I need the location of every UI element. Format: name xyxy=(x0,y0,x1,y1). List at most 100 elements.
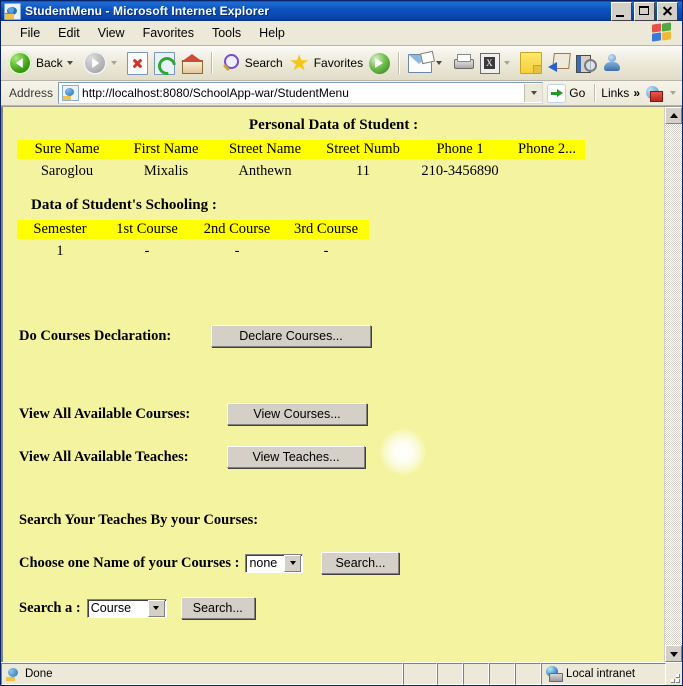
column-header-street-numb: Street Numb xyxy=(315,140,411,159)
search-type-select[interactable]: Course xyxy=(86,598,167,618)
menu-item-edit[interactable]: Edit xyxy=(49,24,89,42)
view-teaches-label: View All Available Teaches: xyxy=(19,448,189,465)
column-header-1st-course: 1st Course xyxy=(103,220,191,239)
forward-button[interactable] xyxy=(80,48,124,78)
declare-courses-row: Do Courses Declaration: Declare Courses.… xyxy=(19,325,371,347)
declare-courses-label: Do Courses Declaration: xyxy=(19,327,172,344)
title-bar: StudentMenu - Microsoft Internet Explore… xyxy=(1,1,682,21)
forward-arrow-icon xyxy=(82,51,107,75)
type-search-button[interactable]: Search... xyxy=(180,597,255,619)
ie-status-icon xyxy=(6,667,21,681)
toolbar-separator xyxy=(210,52,213,74)
security-zone-cell[interactable]: Local intranet xyxy=(541,663,666,685)
links-overflow-chevron-icon[interactable]: » xyxy=(631,86,644,100)
table-row: 1 - - - xyxy=(17,239,369,260)
menu-item-help[interactable]: Help xyxy=(250,24,294,42)
messenger-button[interactable] xyxy=(545,48,572,78)
chevron-down-icon[interactable] xyxy=(66,61,73,65)
address-bar: Address http://localhost:8080/SchoolApp-… xyxy=(1,81,682,106)
refresh-icon xyxy=(153,51,175,75)
view-courses-label: View All Available Courses: xyxy=(19,405,191,422)
minimize-button[interactable] xyxy=(611,1,632,21)
scroll-down-button[interactable] xyxy=(665,645,682,662)
chevron-down-icon[interactable] xyxy=(504,61,511,65)
chevron-down-icon[interactable] xyxy=(670,91,676,95)
links-label[interactable]: Links xyxy=(599,86,631,100)
toolbar-separator xyxy=(398,52,401,74)
declare-courses-button[interactable]: Declare Courses... xyxy=(211,325,371,347)
column-header-semester: Semester xyxy=(17,220,103,239)
status-pad-2 xyxy=(437,663,463,685)
schooling-data-table: Semester 1st Course 2nd Course 3rd Cours… xyxy=(17,220,369,260)
people-icon xyxy=(602,53,624,73)
type-search-row: Search a : Course Search... xyxy=(19,597,255,619)
stop-button[interactable] xyxy=(124,48,151,78)
search-type-select-value: Course xyxy=(90,601,132,615)
media-button[interactable] xyxy=(366,48,393,78)
column-header-phone-2: Phone 2... xyxy=(509,140,585,159)
ie-document-icon xyxy=(4,2,21,20)
refresh-button[interactable] xyxy=(151,48,178,78)
menu-item-view[interactable]: View xyxy=(89,24,134,42)
home-button[interactable] xyxy=(178,48,206,78)
chevron-down-icon[interactable] xyxy=(110,61,117,65)
chevron-down-icon[interactable] xyxy=(436,61,443,65)
edit-icon xyxy=(480,52,501,74)
status-pad-1 xyxy=(403,663,437,685)
mail-button[interactable] xyxy=(405,48,449,78)
close-button[interactable] xyxy=(657,1,678,21)
window-title: StudentMenu - Microsoft Internet Explore… xyxy=(25,4,270,18)
vertical-scrollbar[interactable] xyxy=(664,107,682,662)
search-button[interactable]: Search xyxy=(218,48,286,78)
go-label: Go xyxy=(569,86,586,100)
address-separator xyxy=(594,84,597,102)
cell-street-name: Anthewn xyxy=(238,163,292,179)
notes-button[interactable] xyxy=(517,48,545,78)
chevron-down-icon[interactable] xyxy=(284,554,302,572)
search-label: Search xyxy=(244,56,283,70)
norton-shield-icon[interactable] xyxy=(644,84,665,103)
table-header-row: Sure Name First Name Street Name Street … xyxy=(17,140,585,159)
status-bar: Done Local intranet xyxy=(1,662,682,685)
stop-icon xyxy=(126,51,148,75)
course-name-select[interactable]: none xyxy=(245,553,304,573)
column-header-first-name: First Name xyxy=(117,140,215,159)
back-button[interactable]: Back xyxy=(5,48,80,78)
search-a-label: Search a : xyxy=(19,599,81,616)
course-name-select-value: none xyxy=(249,556,278,570)
address-label: Address xyxy=(9,86,54,100)
menu-bar: File Edit View Favorites Tools Help xyxy=(1,21,682,46)
edit-button[interactable] xyxy=(477,48,517,78)
cell-street-numb: 11 xyxy=(356,163,370,179)
print-button[interactable] xyxy=(449,48,477,78)
browser-viewport: Personal Data of Student : Sure Name Fir… xyxy=(1,106,682,662)
column-header-2nd-course: 2nd Course xyxy=(191,220,283,239)
people-button[interactable] xyxy=(599,48,627,78)
go-button[interactable]: Go xyxy=(543,83,591,103)
table-header-row: Semester 1st Course 2nd Course 3rd Cours… xyxy=(17,220,369,239)
view-teaches-button[interactable]: View Teaches... xyxy=(227,446,365,468)
favorites-button[interactable]: Favorites xyxy=(286,48,366,78)
maximize-button[interactable] xyxy=(634,1,655,21)
search-icon xyxy=(221,53,241,73)
view-courses-row: View All Available Courses: View Courses… xyxy=(19,403,367,425)
back-arrow-icon xyxy=(8,51,32,75)
view-courses-button[interactable]: View Courses... xyxy=(227,403,367,425)
address-dropdown-button[interactable] xyxy=(524,84,543,102)
print-icon xyxy=(452,54,475,72)
menu-item-file[interactable]: File xyxy=(11,24,49,42)
cell-sure-name: Saroglou xyxy=(40,163,94,179)
course-search-button[interactable]: Search... xyxy=(321,552,400,574)
windows-flag-icon xyxy=(652,22,674,43)
address-input[interactable]: http://localhost:8080/SchoolApp-war/Stud… xyxy=(58,82,544,104)
page-favicon-icon xyxy=(62,85,80,101)
cell-phone-1: 210-3456890 xyxy=(421,163,499,179)
browser-window: StudentMenu - Microsoft Internet Explore… xyxy=(0,0,683,686)
resize-grip[interactable] xyxy=(666,663,682,685)
scroll-up-button[interactable] xyxy=(665,107,682,124)
toolbar: Back Search Favorites xyxy=(1,46,682,81)
menu-item-favorites[interactable]: Favorites xyxy=(134,24,203,42)
menu-item-tools[interactable]: Tools xyxy=(203,24,250,42)
chevron-down-icon[interactable] xyxy=(147,599,165,617)
research-button[interactable] xyxy=(572,48,599,78)
